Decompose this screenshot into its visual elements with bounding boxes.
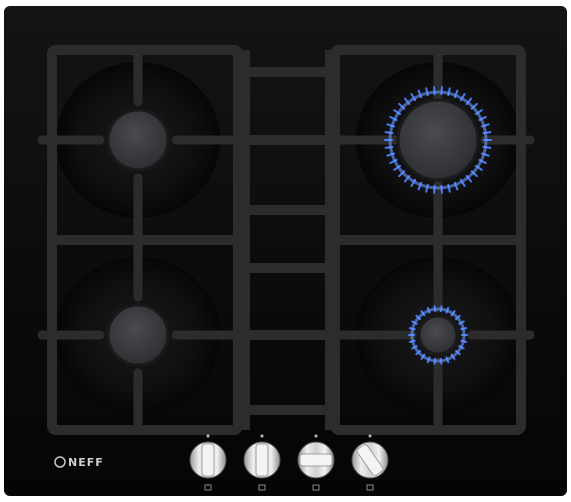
gas-hob-photo: NEFF: [0, 0, 571, 502]
knob-grip[interactable]: [255, 443, 269, 477]
knob-grip[interactable]: [299, 453, 333, 467]
knob-indicator-dot: [314, 434, 318, 438]
knob-indicator-dot: [206, 434, 210, 438]
front-right-burner-cap: [417, 314, 459, 356]
rear-left-burner-cap: [106, 108, 170, 172]
gas-hob: NEFF: [4, 6, 567, 496]
knob-indicator-dot: [368, 434, 372, 438]
rear-right-burner-cap: [396, 98, 480, 182]
brand-name: NEFF: [68, 456, 104, 469]
knob-grip[interactable]: [201, 443, 215, 477]
knob-indicator-dot: [260, 434, 264, 438]
front-left-burner-cap: [106, 303, 170, 367]
